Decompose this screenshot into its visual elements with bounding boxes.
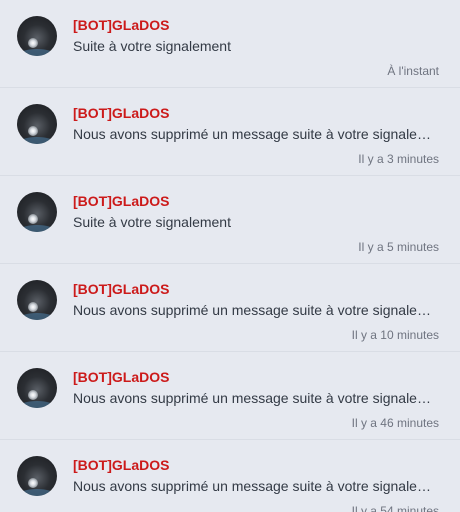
notification-author[interactable]: [BOT]GLaDOS	[73, 281, 169, 297]
bot-avatar	[17, 16, 57, 56]
notification-item[interactable]: [BOT]GLaDOS Nous avons supprimé un messa…	[0, 88, 460, 176]
notification-time: À l'instant	[387, 64, 439, 78]
bot-avatar	[17, 456, 57, 496]
notification-message: Nous avons supprimé un message suite à v…	[73, 478, 435, 494]
notification-time: Il y a 10 minutes	[351, 328, 439, 342]
avatar-shade	[20, 49, 54, 56]
avatar-shade	[20, 313, 54, 320]
notification-author[interactable]: [BOT]GLaDOS	[73, 457, 169, 473]
robot-eye-icon	[28, 38, 38, 48]
robot-eye-icon	[28, 390, 38, 400]
notification-item[interactable]: [BOT]GLaDOS Nous avons supprimé un messa…	[0, 264, 460, 352]
notification-time: Il y a 3 minutes	[358, 152, 439, 166]
notification-message: Suite à votre signalement	[73, 214, 231, 230]
notification-author[interactable]: [BOT]GLaDOS	[73, 17, 169, 33]
notification-item[interactable]: [BOT]GLaDOS Nous avons supprimé un messa…	[0, 440, 460, 512]
notification-author[interactable]: [BOT]GLaDOS	[73, 193, 169, 209]
avatar-shade	[20, 489, 54, 496]
robot-eye-icon	[28, 214, 38, 224]
avatar-shade	[20, 401, 54, 408]
robot-eye-icon	[28, 126, 38, 136]
bot-avatar	[17, 192, 57, 232]
notification-time: Il y a 46 minutes	[351, 416, 439, 430]
notification-item[interactable]: [BOT]GLaDOS Nous avons supprimé un messa…	[0, 352, 460, 440]
notification-item[interactable]: [BOT]GLaDOS Suite à votre signalement À …	[0, 0, 460, 88]
notification-time: Il y a 5 minutes	[358, 240, 439, 254]
bot-avatar	[17, 280, 57, 320]
bot-avatar	[17, 104, 57, 144]
avatar-shade	[20, 137, 54, 144]
notification-list: [BOT]GLaDOS Suite à votre signalement À …	[0, 0, 460, 512]
notification-author[interactable]: [BOT]GLaDOS	[73, 105, 169, 121]
bot-avatar	[17, 368, 57, 408]
notification-author[interactable]: [BOT]GLaDOS	[73, 369, 169, 385]
notification-message: Suite à votre signalement	[73, 38, 231, 54]
notification-message: Nous avons supprimé un message suite à v…	[73, 126, 435, 142]
notification-message: Nous avons supprimé un message suite à v…	[73, 302, 435, 318]
notification-item[interactable]: [BOT]GLaDOS Suite à votre signalement Il…	[0, 176, 460, 264]
notification-message: Nous avons supprimé un message suite à v…	[73, 390, 435, 406]
robot-eye-icon	[28, 478, 38, 488]
notification-time: Il y a 54 minutes	[351, 504, 439, 512]
avatar-shade	[20, 225, 54, 232]
robot-eye-icon	[28, 302, 38, 312]
